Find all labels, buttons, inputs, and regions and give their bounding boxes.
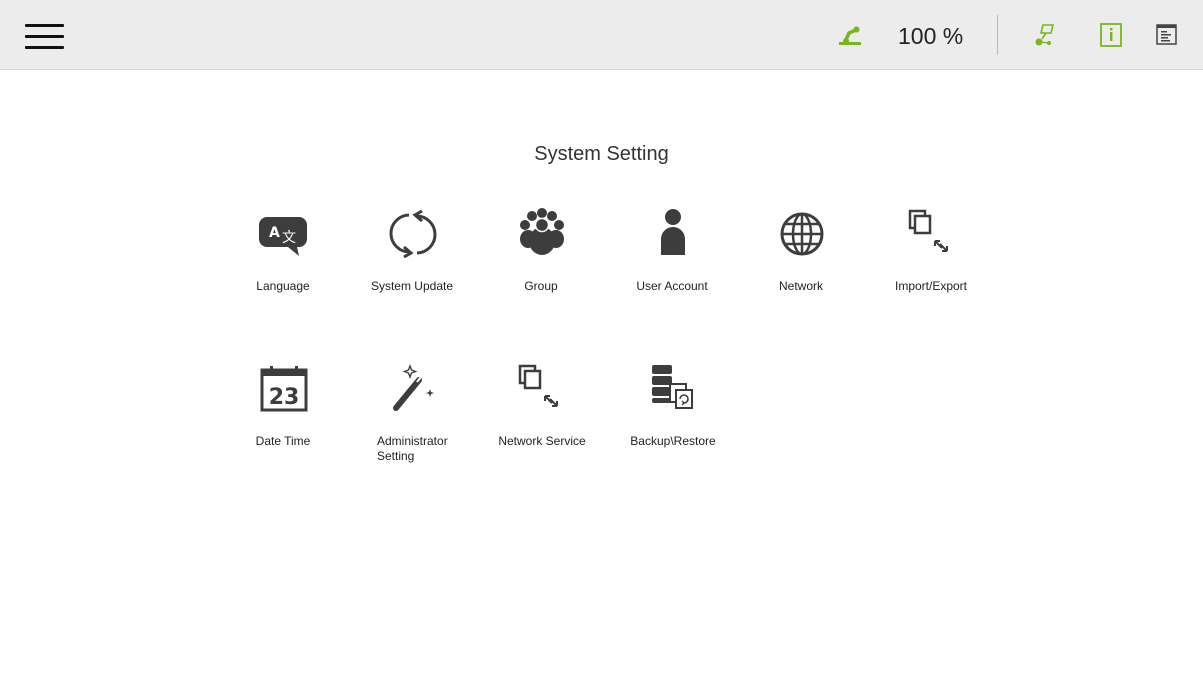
log-window-icon[interactable] — [1153, 20, 1183, 50]
network-service-button[interactable]: Network Service — [491, 362, 611, 472]
language-label: Language — [256, 279, 310, 293]
battery-level: 100 % — [898, 23, 964, 49]
network-button[interactable]: Network — [751, 207, 871, 317]
date-time-label: Date Time — [255, 434, 311, 448]
administrator-setting-button[interactable]: Administrator Setting — [362, 362, 482, 472]
header-divider — [997, 15, 998, 55]
user-account-label: User Account — [636, 279, 708, 293]
import-export-icon — [908, 209, 948, 252]
hamburger-line — [25, 46, 64, 49]
page-title: System Setting — [534, 143, 669, 165]
administrator-setting-label: Administrator Setting — [377, 434, 448, 463]
robot-arm-icon[interactable] — [836, 20, 866, 50]
backup-restore-label: Backup\Restore — [630, 434, 716, 448]
flow-icon[interactable] — [1030, 20, 1060, 50]
system-update-button[interactable]: System Update — [362, 207, 482, 317]
date-time-button[interactable]: 23 Date Time — [233, 362, 353, 472]
top-bar: 100 % — [0, 0, 1203, 70]
hamburger-icon — [25, 24, 64, 27]
group-button[interactable]: Group — [491, 207, 611, 317]
user-account-button[interactable]: User Account — [622, 207, 742, 317]
backup-restore-button[interactable]: Backup\Restore — [622, 362, 742, 472]
globe-icon — [780, 212, 824, 256]
sync-icon — [389, 209, 437, 259]
calendar-date: 23 — [269, 385, 300, 410]
backup-restore-icon — [652, 365, 693, 409]
network-service-icon — [518, 364, 558, 407]
calendar-icon: 23 — [260, 366, 308, 412]
group-icon — [520, 208, 564, 255]
network-service-label: Network Service — [498, 434, 586, 448]
network-label: Network — [778, 279, 823, 293]
import-export-button[interactable]: Import/Export — [881, 207, 1001, 317]
hamburger-line — [25, 35, 64, 38]
language-icon: A 文 — [259, 217, 307, 256]
language-button[interactable]: A 文 Language — [233, 207, 353, 317]
magic-wand-icon — [393, 364, 434, 411]
hamburger-menu-button[interactable] — [25, 18, 65, 52]
system-update-label: System Update — [370, 279, 454, 293]
svg-text:文: 文 — [282, 230, 296, 246]
user-icon — [661, 209, 685, 255]
svg-text:A: A — [269, 225, 280, 241]
info-icon[interactable] — [1097, 20, 1127, 50]
group-label: Group — [524, 279, 558, 293]
import-export-label: Import/Export — [894, 279, 968, 293]
